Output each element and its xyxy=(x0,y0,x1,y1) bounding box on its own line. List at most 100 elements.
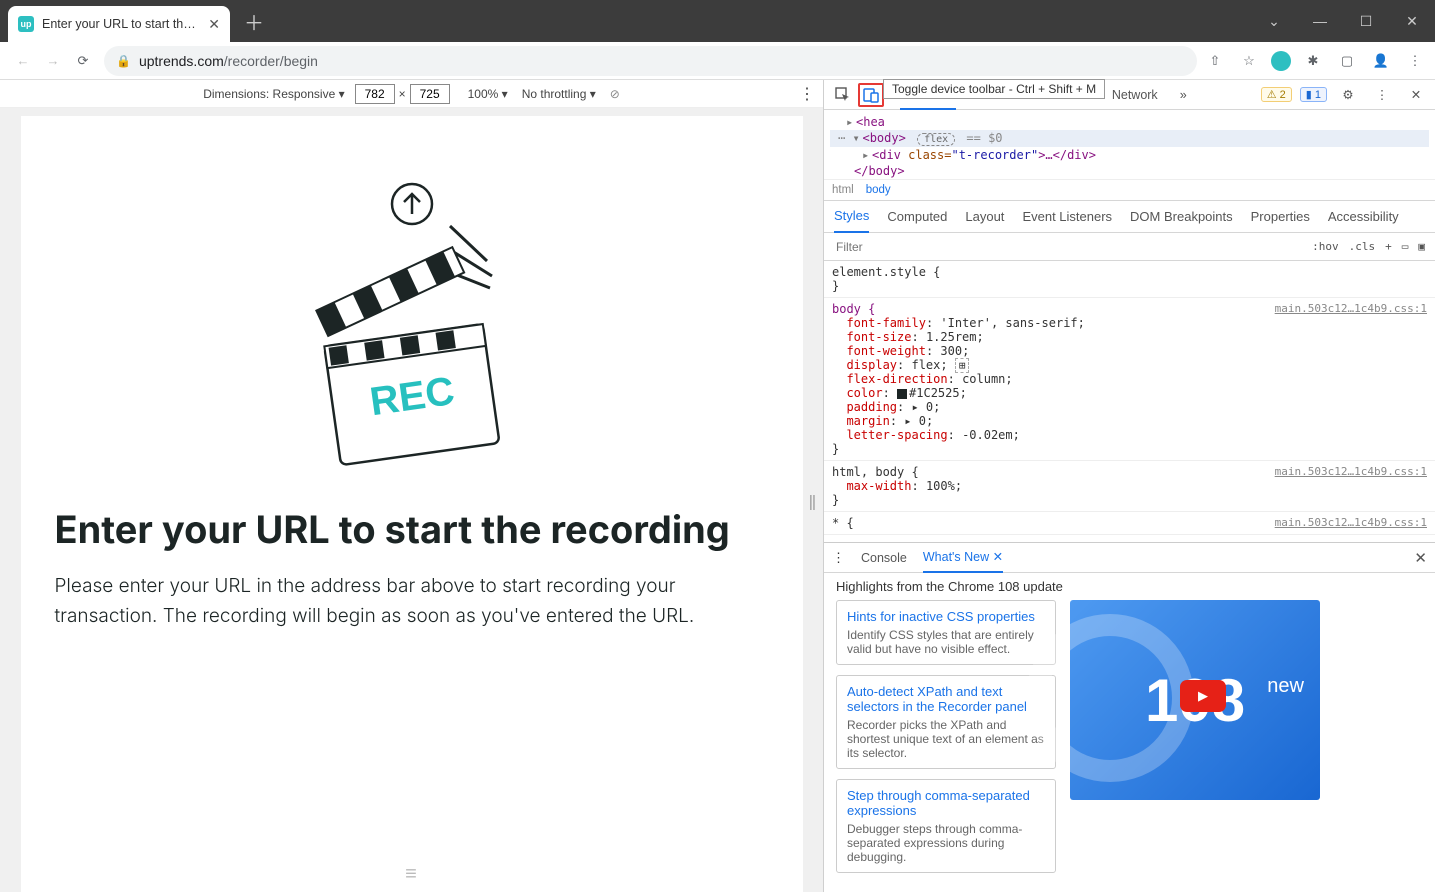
share-icon[interactable]: ⇧ xyxy=(1203,49,1227,73)
subtab-accessibility[interactable]: Accessibility xyxy=(1328,209,1399,224)
device-kebab-icon[interactable]: ⋮ xyxy=(799,84,815,104)
close-tab-icon[interactable]: ✕ xyxy=(208,16,220,33)
drawer-close-icon[interactable]: ✕ xyxy=(1414,549,1427,567)
play-icon[interactable]: ▶ xyxy=(1180,680,1226,712)
subtab-dombreakpoints[interactable]: DOM Breakpoints xyxy=(1130,209,1233,224)
breadcrumb-body[interactable]: body xyxy=(866,184,891,196)
resize-handle-bottom[interactable]: ≡ xyxy=(405,863,418,886)
whatsnew-card-desc: Identify CSS styles that are entirely va… xyxy=(847,628,1045,656)
styles-filter-input[interactable] xyxy=(834,239,1312,255)
whatsnew-card-desc: Recorder picks the XPath and shortest un… xyxy=(847,718,1045,760)
whatsnew-card-desc: Debugger steps through comma-separated e… xyxy=(847,822,1045,864)
tab-title: Enter your URL to start the recor xyxy=(42,17,202,31)
chevron-down-icon[interactable]: ⌄ xyxy=(1251,0,1297,42)
drawer-kebab-icon[interactable]: ⋮ xyxy=(832,550,845,566)
styles-filter-row: :hov .cls + ▭ ▣ xyxy=(824,233,1435,261)
forward-icon[interactable]: → xyxy=(38,46,68,76)
dimension-separator: × xyxy=(399,87,406,101)
whatsnew-card-title[interactable]: Auto-detect XPath and text selectors in … xyxy=(847,684,1027,714)
tabs-overflow[interactable]: » xyxy=(1178,80,1189,110)
lock-icon: 🔒 xyxy=(116,54,131,68)
subtab-styles[interactable]: Styles xyxy=(834,201,869,233)
window-controls: ⌄ — ☐ ✕ xyxy=(1251,0,1435,42)
page-paragraph: Please enter your URL in the address bar… xyxy=(55,571,769,632)
subtab-layout[interactable]: Layout xyxy=(965,209,1004,224)
cls-button[interactable]: .cls xyxy=(1349,240,1376,253)
warnings-badge[interactable]: ⚠ 2 xyxy=(1261,87,1292,102)
whatsnew-card-title[interactable]: Hints for inactive CSS properties xyxy=(847,609,1035,624)
clapper-illustration: REC xyxy=(262,176,562,479)
dom-head-node[interactable]: <hea xyxy=(856,115,885,129)
dimensions-dropdown[interactable]: Dimensions: Responsive ▾ xyxy=(203,87,344,101)
close-icon[interactable]: ✕ xyxy=(1389,0,1435,42)
width-input[interactable] xyxy=(355,84,395,104)
subtab-properties[interactable]: Properties xyxy=(1251,209,1310,224)
profile-icon[interactable]: 👤 xyxy=(1369,49,1393,73)
dom-body-close[interactable]: </body> xyxy=(854,164,905,178)
favicon-icon: up xyxy=(18,16,34,32)
sidepanel-icon[interactable]: ▢ xyxy=(1335,49,1359,73)
url-path: /recorder/begin xyxy=(224,53,318,69)
dom-breadcrumb: html body xyxy=(824,179,1435,201)
whatsnew-card[interactable]: Auto-detect XPath and text selectors in … xyxy=(836,675,1056,769)
computed-toggle-icon[interactable]: ▣ xyxy=(1418,240,1425,253)
maximize-icon[interactable]: ☐ xyxy=(1343,0,1389,42)
issues-badge[interactable]: ▮ 1 xyxy=(1300,87,1327,102)
menu-icon[interactable]: ⋮ xyxy=(1403,49,1427,73)
dom-tree[interactable]: ▸<hea ⋯ ▾<body> flex == $0 ▸<div class="… xyxy=(824,110,1435,179)
new-tab-button[interactable]: ＋ xyxy=(230,7,278,36)
drawer-tab-whatsnew[interactable]: What's New ✕ xyxy=(923,543,1003,573)
extension-icon[interactable] xyxy=(1271,51,1291,71)
hov-button[interactable]: :hov xyxy=(1312,240,1339,253)
devtools-close-icon[interactable]: ✕ xyxy=(1403,83,1429,107)
whatsnew-card[interactable]: Hints for inactive CSS properties Identi… xyxy=(836,600,1056,665)
omnibox[interactable]: 🔒 uptrends.com/recorder/begin xyxy=(104,46,1197,76)
dom-body-node[interactable]: ⋯ ▾<body> flex == $0 xyxy=(830,130,1429,147)
whatsnew-promo[interactable]: ▶ new 108 xyxy=(1070,600,1320,800)
settings-icon[interactable]: ⚙ xyxy=(1335,83,1361,107)
device-toolbar: Dimensions: Responsive ▾ × 100% ▾ No thr… xyxy=(0,80,823,108)
inspect-icon[interactable] xyxy=(830,83,856,107)
address-bar: ← → ⟳ 🔒 uptrends.com/recorder/begin ⇧ ☆ … xyxy=(0,42,1435,80)
subtab-computed[interactable]: Computed xyxy=(887,209,947,224)
zoom-dropdown[interactable]: 100% ▾ xyxy=(468,87,508,101)
url-host: uptrends.com xyxy=(139,53,224,69)
throttle-dropdown[interactable]: No throttling ▾ xyxy=(522,87,596,101)
window-titlebar: up Enter your URL to start the recor ✕ ＋… xyxy=(0,0,1435,42)
tab-network[interactable]: Network xyxy=(1110,80,1160,110)
device-mode-pane: Dimensions: Responsive ▾ × 100% ▾ No thr… xyxy=(0,80,824,892)
css-source-link-3[interactable]: main.503c12…1c4b9.css:1 xyxy=(1275,516,1427,529)
browser-tab[interactable]: up Enter your URL to start the recor ✕ xyxy=(8,6,230,42)
breadcrumb-html[interactable]: html xyxy=(832,184,854,196)
page-canvas: REC Enter your URL to start the recordin… xyxy=(0,108,823,892)
toggle-device-icon[interactable] xyxy=(858,83,884,107)
styles-subtabs: Styles Computed Layout Event Listeners D… xyxy=(824,201,1435,233)
device-mode-small-icon[interactable]: ▭ xyxy=(1402,240,1409,253)
back-icon[interactable]: ← xyxy=(8,46,38,76)
extensions-icon[interactable]: ✱ xyxy=(1301,49,1325,73)
whatsnew-card-title[interactable]: Step through comma-separated expressions xyxy=(847,788,1030,818)
css-source-link-2[interactable]: main.503c12…1c4b9.css:1 xyxy=(1275,465,1427,478)
new-rule-button[interactable]: + xyxy=(1385,240,1392,253)
css-rules-area[interactable]: element.style { } main.503c12…1c4b9.css:… xyxy=(824,261,1435,542)
devtools-menu-icon[interactable]: ⋮ xyxy=(1369,83,1395,107)
whatsnew-highlights: Highlights from the Chrome 108 update xyxy=(824,573,1435,600)
flex-badge[interactable]: flex xyxy=(917,133,955,146)
devtools-drawer: ⋮ Console What's New ✕ ✕ Highlights from… xyxy=(824,542,1435,892)
reload-icon[interactable]: ⟳ xyxy=(68,46,98,76)
height-input[interactable] xyxy=(410,84,450,104)
rendered-page: REC Enter your URL to start the recordin… xyxy=(21,116,803,892)
resize-handle-right[interactable]: ‖ xyxy=(808,500,816,508)
subtab-eventlisteners[interactable]: Event Listeners xyxy=(1022,209,1112,224)
dom-div-node[interactable]: ▸<div class="t-recorder">…</div> xyxy=(830,147,1429,163)
drawer-tab-console[interactable]: Console xyxy=(861,543,907,573)
bookmark-icon[interactable]: ☆ xyxy=(1237,49,1261,73)
minimize-icon[interactable]: — xyxy=(1297,0,1343,42)
promo-new-label: new xyxy=(1267,675,1304,698)
rotate-icon[interactable]: ⊘ xyxy=(610,87,620,101)
devtools-panel: Elements Console Sources Network » ⚠ 2 ▮… xyxy=(824,80,1435,892)
whatsnew-card[interactable]: Step through comma-separated expressions… xyxy=(836,779,1056,873)
css-source-link[interactable]: main.503c12…1c4b9.css:1 xyxy=(1275,302,1427,315)
device-toolbar-tooltip: Toggle device toolbar - Ctrl + Shift + M xyxy=(883,79,1105,99)
page-heading: Enter your URL to start the recording xyxy=(55,507,769,553)
